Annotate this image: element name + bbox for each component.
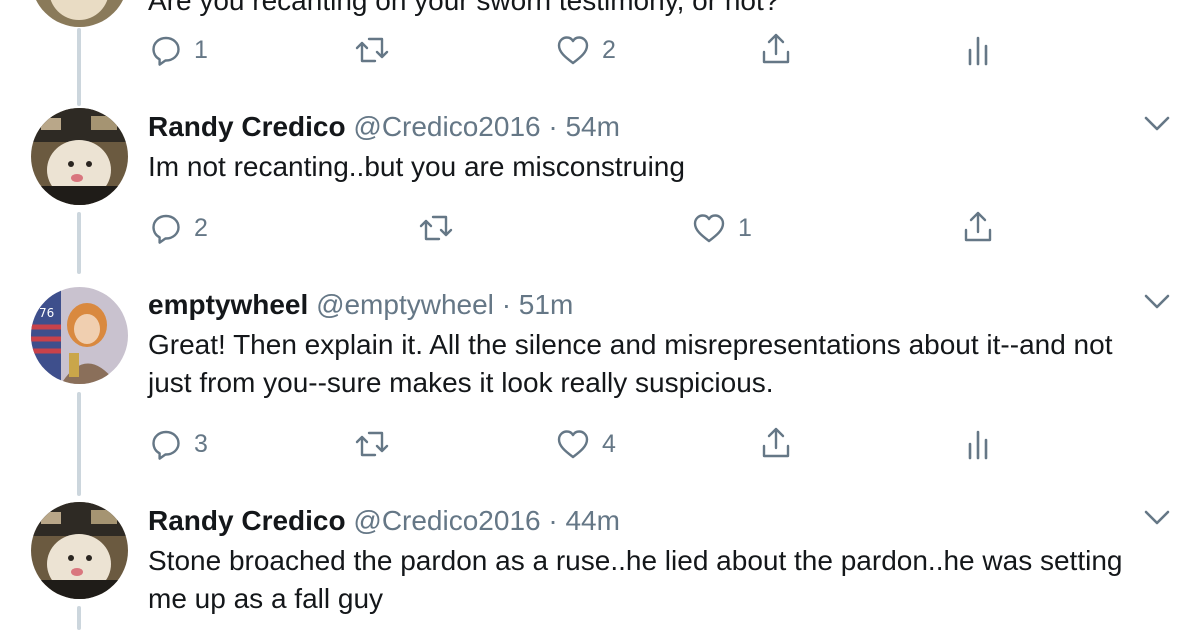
share-icon — [964, 211, 992, 242]
analytics-icon — [968, 430, 988, 460]
share-button[interactable] — [760, 32, 792, 66]
reply-button[interactable]: 3 — [150, 428, 208, 460]
reply-count: 1 — [194, 36, 208, 64]
retweet-button[interactable] — [354, 34, 402, 66]
avatar[interactable]: 76 — [31, 287, 128, 384]
analytics-icon — [968, 36, 988, 66]
reply-icon — [152, 430, 180, 460]
reply-icon — [152, 214, 180, 244]
chevron-down-icon[interactable] — [1144, 293, 1170, 311]
retweet-button[interactable] — [418, 212, 466, 244]
author-name[interactable]: Randy Credico — [148, 505, 346, 536]
avatar[interactable] — [31, 0, 128, 27]
like-button[interactable]: 1 — [692, 212, 752, 244]
author-handle[interactable]: @emptywheel — [316, 289, 494, 320]
like-count: 2 — [602, 36, 616, 64]
timestamp[interactable]: 51m — [519, 289, 573, 320]
analytics-button[interactable] — [966, 34, 992, 66]
tweet-text: Great! Then explain it. All the silence … — [148, 329, 1113, 398]
timestamp[interactable]: 54m — [565, 111, 619, 142]
like-count: 4 — [602, 430, 616, 458]
reply-icon — [152, 36, 180, 66]
share-button[interactable] — [962, 210, 994, 244]
separator-dot: · — [548, 111, 558, 142]
timestamp[interactable]: 44m — [565, 505, 619, 536]
avatar[interactable] — [31, 502, 128, 599]
like-button[interactable]: 2 — [556, 34, 616, 66]
tweet-text: Stone broached the pardon as a ruse..he … — [148, 545, 1123, 614]
like-icon — [557, 430, 589, 459]
retweet-icon — [355, 37, 389, 63]
tweet-text: Im not recanting..but you are misconstru… — [148, 151, 685, 182]
retweet-button[interactable] — [354, 428, 402, 460]
reply-button[interactable]: 2 — [150, 212, 208, 244]
avatar[interactable] — [31, 108, 128, 205]
thread-line — [77, 606, 81, 630]
retweet-icon — [355, 431, 389, 457]
thread-line — [77, 392, 81, 496]
reply-button[interactable]: 1 — [150, 34, 208, 66]
like-count: 1 — [738, 214, 752, 242]
share-icon — [762, 33, 790, 64]
thread-line — [77, 28, 81, 106]
chevron-down-icon[interactable] — [1144, 509, 1170, 527]
chevron-down-icon[interactable] — [1144, 115, 1170, 133]
retweet-icon — [419, 215, 453, 241]
thread-line — [77, 212, 81, 274]
author-name[interactable]: Randy Credico — [148, 111, 346, 142]
analytics-button[interactable] — [966, 428, 992, 460]
separator-dot: · — [548, 505, 558, 536]
author-handle[interactable]: @Credico2016 — [353, 111, 540, 142]
tweet-text: Are you recanting on your sworn testimon… — [148, 0, 780, 16]
reply-count: 3 — [194, 430, 208, 458]
author-name[interactable]: emptywheel — [148, 289, 308, 320]
like-icon — [693, 214, 725, 243]
share-button[interactable] — [760, 426, 792, 460]
separator-dot: · — [501, 289, 512, 320]
like-button[interactable]: 4 — [556, 428, 616, 460]
like-icon — [557, 36, 589, 65]
svg-text:76: 76 — [39, 306, 54, 320]
reply-count: 2 — [194, 214, 208, 242]
share-icon — [762, 427, 790, 458]
author-handle[interactable]: @Credico2016 — [353, 505, 540, 536]
